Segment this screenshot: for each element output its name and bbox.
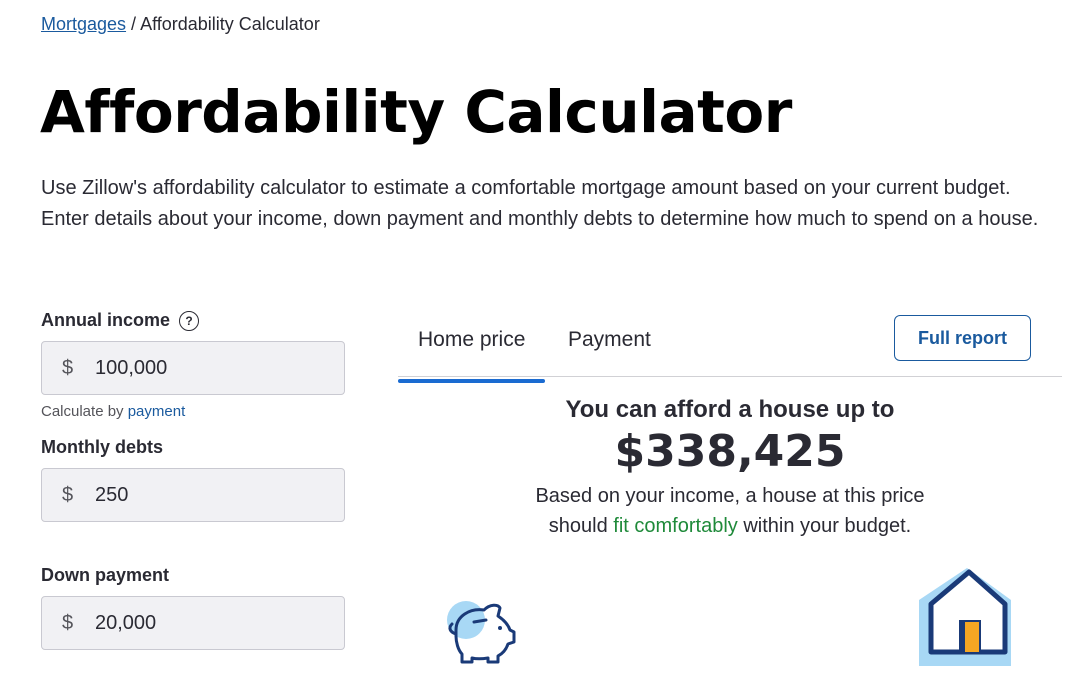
monthly-debts-value[interactable]: 250	[95, 484, 128, 507]
currency-prefix: $	[62, 612, 74, 634]
result-desc-suffix: within your budget.	[737, 515, 912, 537]
down-payment-label: Down payment	[41, 565, 170, 585]
breadcrumb-separator: /	[126, 14, 141, 34]
annual-income-label: Annual income ?	[41, 310, 200, 331]
result-description: Based on your income, a house at this pr…	[400, 481, 1060, 541]
fit-comfortably-text: fit comfortably	[613, 515, 738, 537]
calculate-by: Calculate by payment	[41, 403, 185, 420]
help-icon[interactable]: ?	[179, 311, 200, 331]
monthly-debts-input[interactable]: $ 250	[41, 468, 345, 522]
annual-income-label-text: Annual income	[41, 310, 171, 330]
tab-home-price[interactable]: Home price	[397, 328, 546, 383]
intro-text: Use Zillow's affordability calculator to…	[41, 177, 1039, 230]
piggy-bank-icon	[447, 601, 516, 664]
tab-payment[interactable]: Payment	[568, 328, 651, 362]
breadcrumb: Mortgages / Affordability Calculator	[41, 14, 320, 35]
result-desc-line1: Based on your income, a house at this pr…	[535, 485, 925, 507]
breadcrumb-link-mortgages[interactable]: Mortgages	[41, 14, 126, 34]
page-title: Affordability Calculator	[40, 78, 792, 146]
currency-prefix: $	[62, 484, 74, 506]
annual-income-input[interactable]: $ 100,000	[41, 341, 345, 395]
calculate-by-text: Calculate by	[41, 403, 128, 420]
currency-prefix: $	[62, 357, 74, 379]
result-desc-prefix: should	[548, 515, 614, 537]
monthly-debts-label: Monthly debts	[41, 437, 163, 457]
down-payment-input[interactable]: $ 20,000	[41, 596, 345, 650]
annual-income-value[interactable]: 100,000	[95, 357, 167, 380]
breadcrumb-current: Affordability Calculator	[140, 14, 320, 34]
result-panel: You can afford a house up to $338,425 Ba…	[400, 396, 1060, 541]
down-payment-value[interactable]: 20,000	[95, 612, 156, 635]
result-headline: You can afford a house up to	[565, 396, 895, 423]
house-icon	[919, 568, 1011, 666]
calculate-by-payment-link[interactable]: payment	[128, 403, 186, 420]
full-report-button[interactable]: Full report	[894, 315, 1031, 361]
result-amount: $338,425	[614, 426, 846, 477]
